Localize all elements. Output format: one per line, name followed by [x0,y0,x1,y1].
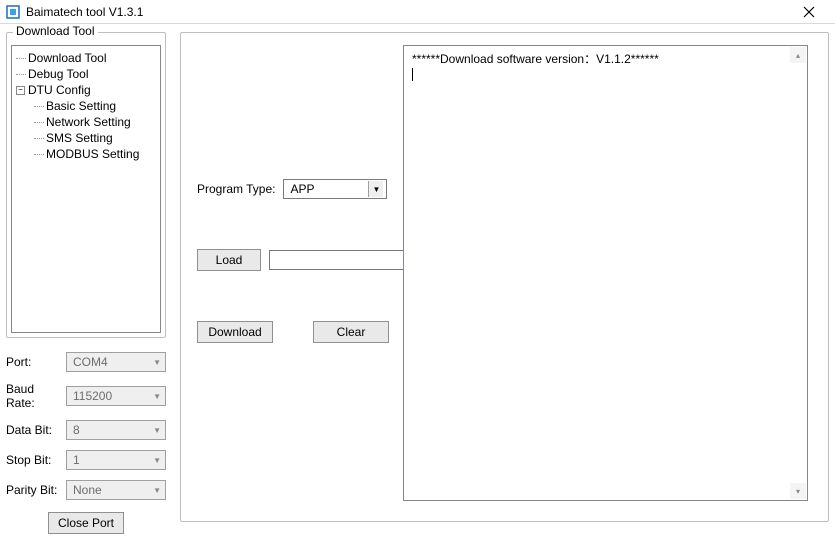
log-output[interactable]: ******Download software version：V1.1.2**… [403,45,808,501]
stop-bit-label: Stop Bit: [6,453,66,467]
window-title: Baimatech tool V1.3.1 [26,5,789,19]
chevron-down-icon: ▼ [368,181,383,197]
tree-item-dtu-config[interactable]: − DTU Config [16,82,156,98]
parity-bit-label: Parity Bit: [6,483,66,497]
tree-item-modbus-setting[interactable]: MODBUS Setting [16,146,156,162]
app-icon [6,5,20,19]
download-button[interactable]: Download [197,321,273,343]
chevron-down-icon: ▼ [153,426,161,435]
file-path-input[interactable] [269,250,409,270]
port-select: COM4▼ [66,352,166,372]
clear-button[interactable]: Clear [313,321,389,343]
close-icon[interactable] [789,0,829,23]
minus-icon[interactable]: − [16,86,25,95]
chevron-down-icon: ▼ [153,358,161,367]
tree-item-sms-setting[interactable]: SMS Setting [16,130,156,146]
right-groupbox: Program Type: APP ▼ Load Download Clear … [180,32,829,522]
tree-item-download-tool[interactable]: Download Tool [16,50,156,66]
baud-select: 115200▼ [66,386,166,406]
scroll-down-icon[interactable]: ▾ [790,483,806,499]
left-groupbox: Download Tool Download Tool Debug Tool −… [6,32,166,338]
program-type-label: Program Type: [197,182,275,196]
titlebar: Baimatech tool V1.3.1 [0,0,835,24]
chevron-down-icon: ▼ [153,392,161,401]
data-bit-label: Data Bit: [6,423,66,437]
group-title: Download Tool [13,24,98,38]
chevron-down-icon: ▼ [153,486,161,495]
data-bit-select: 8▼ [66,420,166,440]
stop-bit-select: 1▼ [66,450,166,470]
tree-item-network-setting[interactable]: Network Setting [16,114,156,130]
port-label: Port: [6,355,66,369]
close-port-button[interactable]: Close Port [48,512,124,534]
tree-item-debug-tool[interactable]: Debug Tool [16,66,156,82]
scroll-up-icon[interactable]: ▴ [790,47,806,63]
text-caret [412,68,413,81]
program-type-select[interactable]: APP ▼ [283,179,387,199]
log-line: ******Download software version：V1.1.2**… [412,50,799,67]
chevron-down-icon: ▼ [153,456,161,465]
tree-item-basic-setting[interactable]: Basic Setting [16,98,156,114]
load-button[interactable]: Load [197,249,261,271]
parity-bit-select: None▼ [66,480,166,500]
nav-tree: Download Tool Debug Tool − DTU Config Ba… [11,45,161,333]
baud-label: Baud Rate: [6,382,66,410]
